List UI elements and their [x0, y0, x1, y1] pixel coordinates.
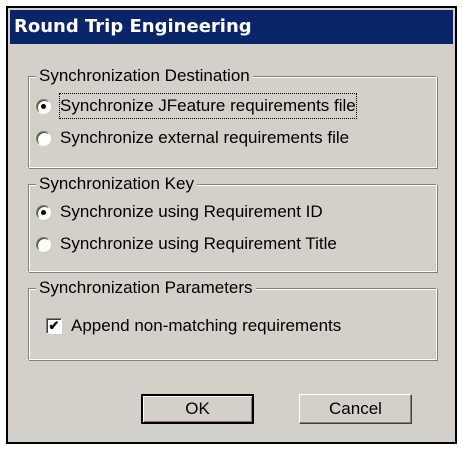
radio-sync-external-file[interactable]: Synchronize external requirements file [36, 126, 349, 150]
round-trip-dialog: Round Trip Engineering Synchronization D… [6, 6, 457, 444]
parameters-group-label: Synchronization Parameters [36, 277, 256, 299]
radio-dot-icon [41, 103, 46, 109]
key-group-label: Synchronization Key [36, 173, 197, 195]
dialog-title: Round Trip Engineering [10, 10, 453, 44]
checkbox-append-label: Append non-matching requirements [71, 316, 342, 335]
radio-sync-requirement-id[interactable]: Synchronize using Requirement ID [36, 200, 323, 224]
radio-sync-jfeature-file[interactable]: Synchronize JFeature requirements file [36, 93, 357, 119]
radio-dot-icon [41, 209, 46, 215]
destination-group-frame [28, 76, 437, 168]
checkmark-icon: ✔ [48, 318, 60, 333]
radio-button[interactable] [36, 204, 51, 220]
cancel-button[interactable]: Cancel [299, 394, 412, 424]
radio-sync-external-label: Synchronize external requirements file [60, 128, 350, 147]
radio-sync-requirement-title-label: Synchronize using Requirement Title [60, 234, 337, 253]
key-group: Synchronization Key Synchronize using Re… [28, 173, 437, 272]
key-group-frame [28, 184, 437, 272]
checkbox[interactable]: ✔ [46, 318, 62, 334]
checkbox-append-non-matching[interactable]: ✔ Append non-matching requirements [46, 314, 341, 338]
radio-button[interactable] [36, 98, 51, 114]
ok-button[interactable]: OK [141, 394, 254, 424]
radio-button[interactable] [36, 236, 51, 252]
radio-sync-requirement-title[interactable]: Synchronize using Requirement Title [36, 232, 337, 256]
parameters-group: Synchronization Parameters ✔ Append non-… [28, 277, 437, 360]
destination-group-label: Synchronization Destination [36, 65, 253, 87]
radio-sync-jfeature-label: Synchronize JFeature requirements file [59, 93, 357, 119]
radio-button[interactable] [36, 130, 51, 146]
radio-sync-requirement-id-label: Synchronize using Requirement ID [60, 202, 323, 221]
destination-group: Synchronization Destination Synchronize … [28, 65, 437, 168]
